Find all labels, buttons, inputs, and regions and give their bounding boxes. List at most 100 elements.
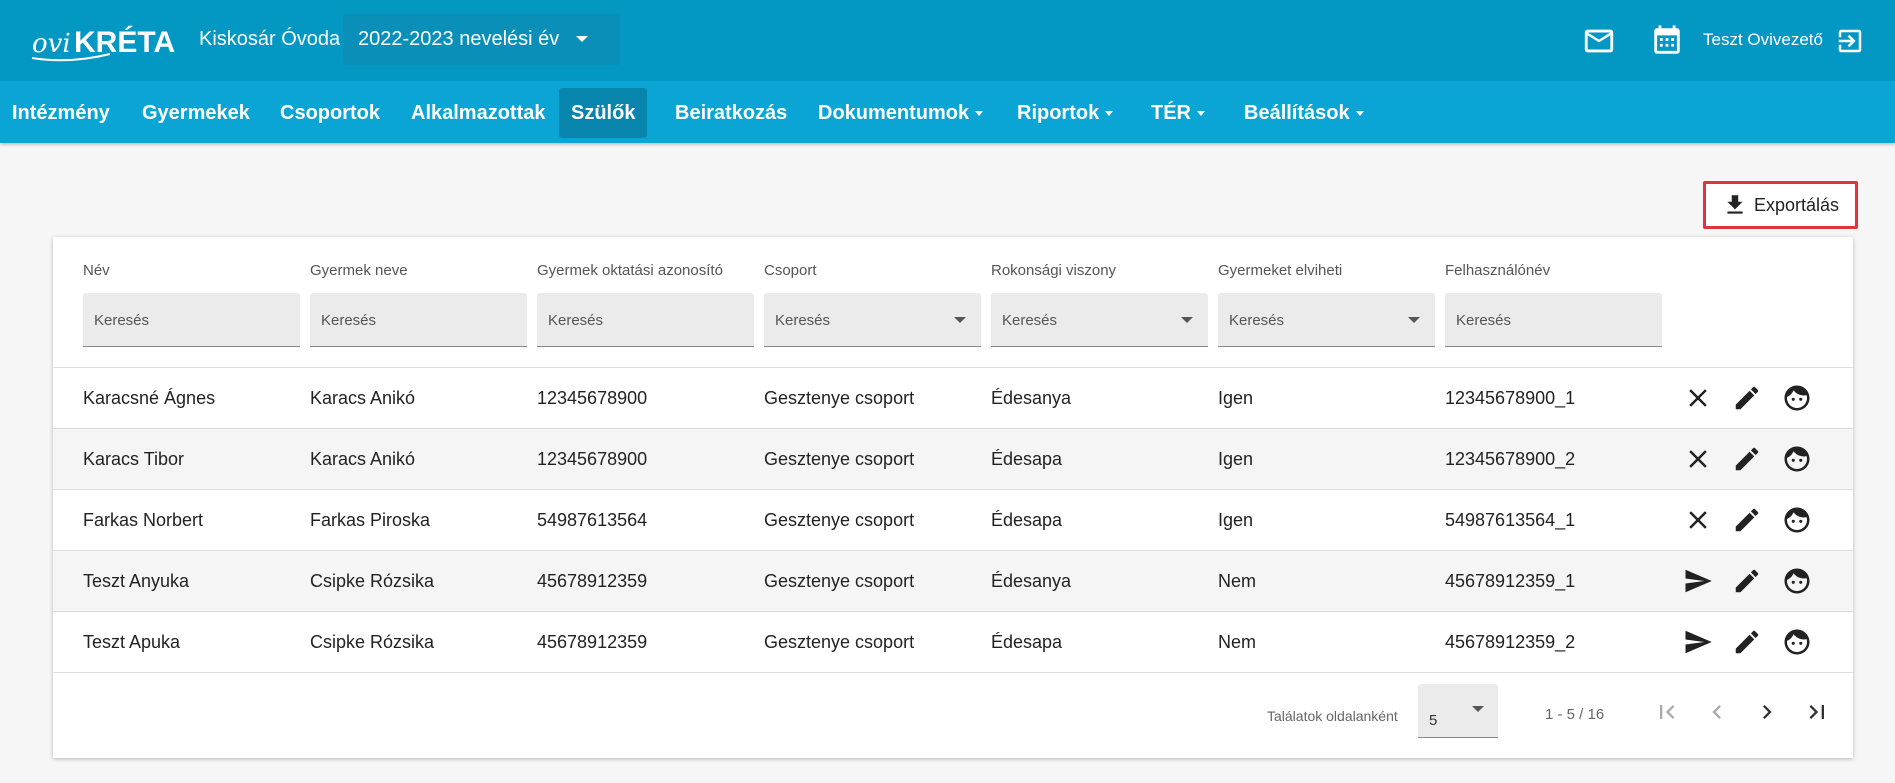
column-filter-input[interactable]: Keresés [1445,293,1662,347]
column-filter-select[interactable]: Keresés [764,293,981,347]
edit-icon[interactable] [1732,444,1762,474]
calendar-icon[interactable] [1650,24,1684,58]
edit-icon[interactable] [1732,505,1762,535]
close-icon[interactable] [1683,383,1713,413]
column-filter-select[interactable]: Keresés [1218,293,1435,347]
filter-placeholder: Keresés [548,312,604,329]
nav-item-3[interactable]: Csoportok [268,88,392,138]
nav-item-5[interactable]: Szülők [559,88,648,138]
table-cell: 12345678900_1 [1445,388,1576,408]
table-row: Teszt Apuka Csipke Rózsika 45678912359 Gesz… [53,612,1853,673]
column-header: Rokonsági viszony [991,262,1117,279]
edit-icon[interactable] [1732,627,1762,657]
logout-icon[interactable] [1835,26,1869,60]
school-year-value: 2022-2023 nevelési év [358,28,560,50]
table-cell: Gesztenye csoport [764,388,915,408]
column-header: Csoport [764,262,817,279]
table-cell: Édesapa [991,449,1063,469]
school-name: Kiskosár Óvoda [199,28,341,50]
chevron-down-icon [1408,317,1420,323]
table-row: Teszt Anyuka Csipke Rózsika 45678912359 Ges… [53,551,1853,612]
main-nav: Intézmény Gyermekek Csoportok Alkalmazottak… [0,81,1895,143]
face-icon[interactable] [1782,444,1812,474]
table-cell: 54987613564 [537,510,648,530]
table-cell: Édesapa [991,510,1063,530]
face-icon[interactable] [1782,383,1812,413]
edit-icon[interactable] [1732,566,1762,596]
table-cell: Karacsné Ágnes [83,388,216,408]
face-icon[interactable] [1782,505,1812,535]
table-row: Karacs Tibor Karacs Anikó 12345678900 Geszt… [53,429,1853,490]
nav-item-label: Gyermekek [142,102,250,124]
parents-table: Találatok oldalanként 5 1 - 5 / 16 Név Ke… [53,237,1853,758]
ovikreta-logo[interactable]: ovi KRÉTA [30,18,182,66]
chevron-down-icon [1181,317,1193,323]
table-cell: Farkas Norbert [83,510,204,530]
next-page-icon[interactable] [1753,698,1781,726]
filter-placeholder: Keresés [775,312,831,329]
nav-item-label: Intézmény [12,102,110,124]
nav-item-label: TÉR [1151,102,1191,124]
first-page-icon[interactable] [1653,698,1681,726]
previous-page-icon[interactable] [1703,698,1731,726]
nav-item-1[interactable]: Intézmény [0,88,122,138]
face-icon[interactable] [1782,566,1812,596]
table-cell: Gesztenye csoport [764,510,915,530]
chevron-down-icon [1197,111,1205,117]
table-cell: Igen [1218,388,1254,408]
table-cell: 45678912359_2 [1445,632,1576,652]
table-cell: Igen [1218,510,1254,530]
nav-item-6[interactable]: Beiratkozás [663,88,799,138]
close-icon[interactable] [1683,444,1713,474]
nav-item-8[interactable]: Riportok [1005,88,1125,138]
svg-text:ovi: ovi [32,29,71,59]
nav-item-9[interactable]: TÉR [1139,88,1217,138]
page-range: 1 - 5 / 16 [1545,706,1605,723]
school-year-select[interactable]: 2022-2023 nevelési év [343,14,620,65]
table-cell: 12345678900 [537,449,648,469]
column-filter-input[interactable]: Keresés [537,293,754,347]
nav-item-10[interactable]: Beállítások [1232,88,1376,138]
nav-item-label: Beállítások [1244,102,1350,124]
last-page-icon[interactable] [1803,698,1831,726]
filter-placeholder: Keresés [321,312,377,329]
user-name[interactable]: Teszt Ovivezető [1703,30,1823,50]
export-label: Exportálás [1753,194,1840,215]
table-cell: 54987613564_1 [1445,510,1576,530]
table-cell: Csipke Rózsika [310,632,435,652]
export-button[interactable]: Exportálás [1703,181,1858,229]
chevron-down-icon [1472,706,1484,712]
filter-placeholder: Keresés [1002,312,1058,329]
nav-item-4[interactable]: Alkalmazottak [399,88,558,138]
edit-icon[interactable] [1732,383,1762,413]
table-cell: Édesanya [991,571,1072,591]
send-icon[interactable] [1683,627,1713,657]
send-icon[interactable] [1683,566,1713,596]
face-icon[interactable] [1782,627,1812,657]
close-icon[interactable] [1683,505,1713,535]
filter-placeholder: Keresés [1456,312,1512,329]
download-icon [1727,195,1743,214]
nav-item-2[interactable]: Gyermekek [130,88,262,138]
column-header: Gyermek neve [310,262,408,279]
table-cell: Csipke Rózsika [310,571,435,591]
column-filter-input[interactable]: Keresés [83,293,300,347]
mail-icon[interactable] [1582,24,1616,58]
table-cell: Karacs Anikó [310,388,416,408]
table-cell: Teszt Anyuka [83,571,190,591]
table-cell: Gesztenye csoport [764,632,915,652]
table-cell: Igen [1218,449,1254,469]
per-page-select[interactable]: 5 [1418,684,1498,738]
table-cell: Farkas Piroska [310,510,431,530]
column-filter-input[interactable]: Keresés [310,293,527,347]
table-cell: 12345678900 [537,388,648,408]
column-filter-select[interactable]: Keresés [991,293,1208,347]
table-row: Farkas Norbert Farkas Piroska 54987613564 G… [53,490,1853,551]
table-cell: 45678912359 [537,632,648,652]
column-header: Név [83,262,110,279]
table-cell: 12345678900_2 [1445,449,1576,469]
top-bar: ovi KRÉTA Kiskosár Óvoda 2022-2023 nevel… [0,0,1895,81]
table-cell: Karacs Tibor [83,449,185,469]
nav-item-7[interactable]: Dokumentumok [806,88,995,138]
table-cell: Nem [1218,571,1257,591]
